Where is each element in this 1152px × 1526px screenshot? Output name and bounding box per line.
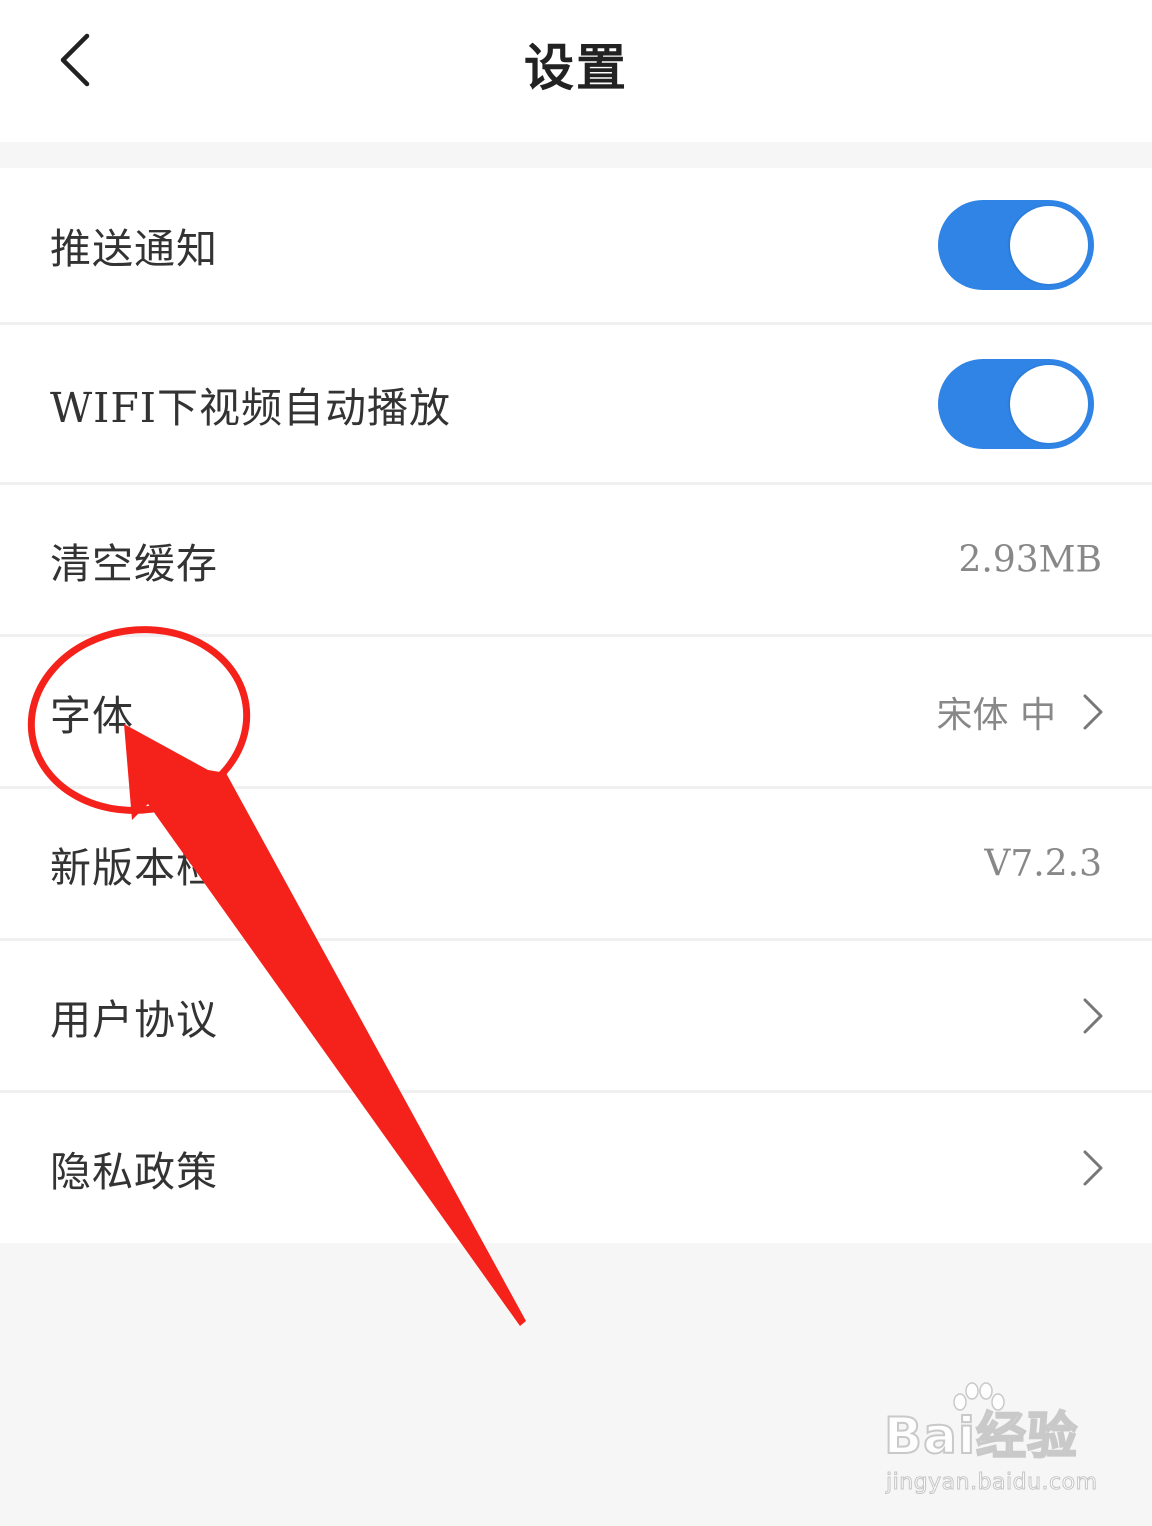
setting-row-wifi-autoplay: WIFI下视频自动播放	[0, 325, 1152, 485]
setting-row-user-agreement[interactable]: 用户协议	[0, 941, 1152, 1093]
watermark-brand: Bai经验	[883, 1406, 1078, 1466]
chevron-right-icon	[1083, 1150, 1103, 1186]
paw-icon	[953, 1382, 1005, 1411]
setting-label: 字体	[50, 691, 134, 740]
toggle-knob	[1010, 206, 1088, 284]
setting-label: 隐私政策	[50, 1148, 218, 1196]
setting-label: 新版本检测	[50, 843, 260, 892]
setting-row-clear-cache[interactable]: 清空缓存 2.93MB	[0, 485, 1152, 637]
setting-label: 用户协议	[50, 995, 218, 1044]
setting-label: 清空缓存	[50, 539, 218, 588]
cache-size-value: 2.93MB	[958, 539, 1102, 580]
setting-row-version-check[interactable]: 新版本检测 V7.2.3	[0, 789, 1152, 941]
version-value: V7.2.3	[984, 843, 1102, 884]
app-header: 设置	[0, 0, 1152, 142]
watermark-url: jingyan.baidu.com	[886, 1470, 1098, 1496]
setting-row-privacy-policy[interactable]: 隐私政策	[0, 1093, 1152, 1243]
font-value: 宋体 中	[936, 694, 1056, 736]
page-title: 设置	[524, 39, 628, 97]
watermark: Bai经验 jingyan.baidu.com	[883, 1382, 1104, 1506]
push-notification-toggle[interactable]	[938, 200, 1094, 290]
chevron-right-icon	[1083, 998, 1103, 1033]
chevron-right-icon	[1083, 694, 1103, 729]
settings-list: 推送通知 WIFI下视频自动播放 清空缓存 2.93MB 字体 宋体 中 新版本…	[0, 168, 1152, 1243]
setting-row-push-notification: 推送通知	[0, 168, 1152, 325]
wifi-autoplay-toggle[interactable]	[938, 358, 1094, 449]
setting-row-font[interactable]: 字体 宋体 中	[0, 637, 1152, 789]
setting-label: WIFI下视频自动播放	[50, 383, 451, 432]
setting-label: 推送通知	[50, 225, 218, 273]
toggle-knob	[1010, 364, 1088, 443]
